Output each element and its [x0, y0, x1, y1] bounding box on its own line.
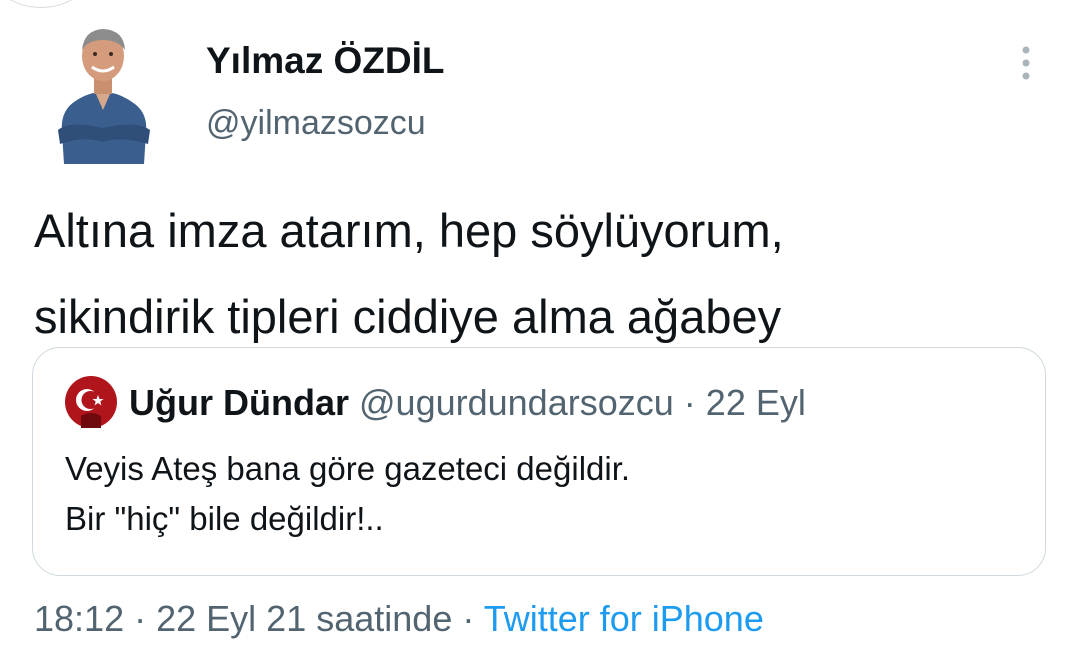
quoted-tweet-date[interactable]: 22 Eyl [706, 382, 806, 423]
separator-dot: · [683, 382, 696, 423]
separator-dot: · [134, 598, 147, 639]
turkish-flag-avatar-icon[interactable] [65, 376, 117, 428]
author-handle[interactable]: @yilmazsozcu [206, 104, 426, 143]
quoted-author-handle[interactable]: @ugurdundarsozcu [359, 382, 674, 423]
tweet-text: Altına imza atarım, hep söylüyorum, siki… [34, 188, 1044, 360]
quoted-tweet-text: Veyis Ateş bana göre gazeteci değildir. … [65, 444, 630, 544]
quoted-tweet-line: Veyis Ateş bana göre gazeteci değildir. [65, 450, 631, 487]
tweet-metadata: 18:12 · 22 Eyl 21 saatinde · Twitter for… [34, 598, 764, 640]
tweet-time[interactable]: 18:12 [34, 598, 124, 639]
quoted-tweet-card[interactable]: Uğur Dündar @ugurdundarsozcu · 22 Eyl Ve… [32, 347, 1046, 576]
author-avatar[interactable] [52, 20, 154, 164]
quoted-tweet-header: Uğur Dündar @ugurdundarsozcu · 22 Eyl [129, 382, 806, 424]
separator-dot: · [462, 598, 475, 639]
vertical-ellipsis-icon[interactable] [1012, 42, 1040, 88]
quoted-author-name[interactable]: Uğur Dündar [129, 382, 349, 423]
profile-avatar-edge [0, 0, 92, 8]
tweet-date[interactable]: 22 Eyl 21 saatinde [156, 598, 452, 639]
tweet-line: Altına imza atarım, hep söylüyorum, [34, 204, 784, 257]
quoted-tweet-line: Bir "hiç" bile değildir!.. [65, 500, 384, 537]
tweet-source-link[interactable]: Twitter for iPhone [484, 598, 764, 639]
author-name[interactable]: Yılmaz ÖZDİL [206, 40, 444, 82]
